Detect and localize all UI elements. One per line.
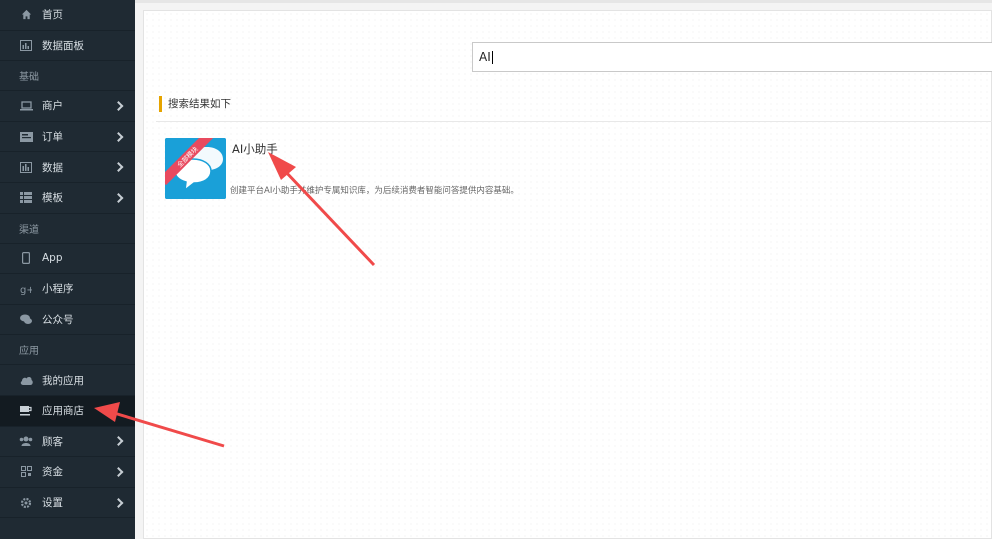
laptop-icon: [19, 99, 33, 113]
sidebar-item-label: 资金: [42, 466, 63, 479]
app-name[interactable]: AI小助手: [232, 141, 278, 157]
mobile-icon: [19, 251, 33, 265]
sidebar-item-label: 小程序: [42, 283, 74, 296]
sidebar-item-label: 应用商店: [42, 405, 84, 418]
gear-icon: [19, 496, 33, 510]
chevron-right-icon[interactable]: [113, 131, 124, 142]
sidebar-item[interactable]: 资金: [0, 457, 135, 488]
users-icon: [19, 434, 33, 448]
sidebar-item[interactable]: 首页: [0, 0, 135, 31]
sidebar-item-label: 数据: [42, 161, 63, 174]
sidebar-item[interactable]: 公众号: [0, 305, 135, 336]
sidebar-item[interactable]: 数据面板: [0, 31, 135, 62]
sidebar-item[interactable]: 设置: [0, 488, 135, 519]
app-description: 创建平台AI小助手并维护专属知识库，为后续消费者智能问答提供内容基础。: [230, 186, 519, 196]
miniprogram-icon: g+: [19, 282, 33, 296]
sidebar-item[interactable]: 数据: [0, 152, 135, 183]
top-border: [135, 0, 992, 3]
results-heading: 搜索结果如下: [159, 96, 231, 112]
sidebar-section-label: 渠道: [0, 214, 135, 244]
sidebar-item[interactable]: 模板: [0, 183, 135, 214]
chat-bubbles-icon: 全部模块: [165, 138, 226, 199]
chevron-right-icon[interactable]: [113, 162, 124, 173]
chart-icon: [19, 38, 33, 52]
chevron-right-icon[interactable]: [113, 466, 124, 477]
sidebar-item-label: 模板: [42, 192, 63, 205]
sidebar-item[interactable]: 应用商店: [0, 395, 135, 427]
sidebar-item-label: App: [42, 252, 63, 265]
sidebar-item-label: 订单: [42, 131, 63, 144]
sidebar-item-label: 商户: [42, 100, 63, 113]
sidebar-section-label: 应用: [0, 335, 135, 366]
list-icon: [19, 191, 33, 205]
main-panel: AI 搜索结果如下 全部模块 AI小助手 创建平台AI小助手并维护专属知识库，为…: [143, 10, 992, 539]
chat-bubbles-icon: [19, 313, 33, 327]
search-input[interactable]: AI: [472, 42, 992, 72]
sidebar-section-label: 基础: [0, 61, 135, 92]
bar-chart-icon: [19, 160, 33, 174]
chevron-right-icon[interactable]: [113, 101, 124, 111]
app-icon[interactable]: 全部模块: [165, 138, 226, 199]
app-card[interactable]: 全部模块 AI小助手 创建平台AI小助手并维护专属知识库，为后续消费者智能问答提…: [165, 138, 665, 200]
sidebar-item[interactable]: g+ 小程序: [0, 274, 135, 305]
chevron-right-icon[interactable]: [113, 192, 124, 203]
sidebar-item-label: 公众号: [42, 314, 74, 327]
sidebar-item-label: 我的应用: [42, 374, 84, 387]
sidebar-item[interactable]: 顾客: [0, 427, 135, 458]
chevron-right-icon[interactable]: [113, 436, 124, 447]
sidebar-item[interactable]: App: [0, 244, 135, 275]
order-card-icon: [19, 130, 33, 144]
sidebar-item-label: 数据面板: [42, 39, 84, 52]
divider: [156, 121, 992, 122]
cloud-icon: [19, 373, 33, 387]
qrcode-icon: [19, 465, 33, 479]
sidebar-item-label: 顾客: [42, 435, 63, 448]
sidebar: 首页数据面板基础商户订单数据模板渠道 App g+ 小程序公众号应用我的应用应用商店顾…: [0, 0, 135, 539]
cup-icon: [19, 404, 33, 418]
chevron-right-icon[interactable]: [113, 497, 124, 508]
sidebar-item-label: 设置: [42, 497, 63, 510]
home-icon: [19, 8, 33, 22]
sidebar-item-label: 首页: [42, 9, 63, 22]
sidebar-item[interactable]: 商户: [0, 91, 135, 122]
sidebar-item[interactable]: 订单: [0, 122, 135, 153]
sidebar-item[interactable]: 我的应用: [0, 365, 135, 396]
svg-text:g+: g+: [20, 285, 32, 295]
